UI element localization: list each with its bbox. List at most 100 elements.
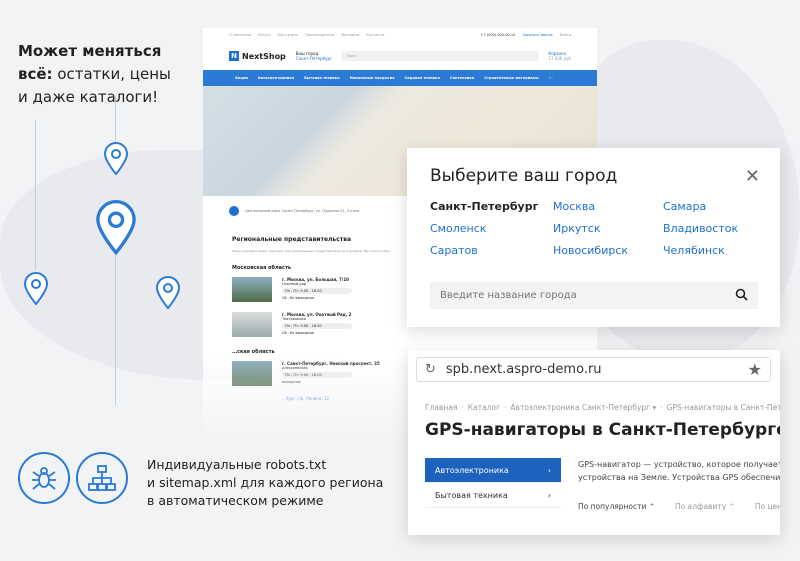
sort-option[interactable]: По популярности ⌃: [578, 502, 655, 511]
city-selector[interactable]: Ваш город Санкт-Петербург: [296, 51, 332, 61]
city-option[interactable]: Владивосток: [663, 222, 773, 235]
feature-icons: [18, 452, 128, 504]
city-select-modal: Выберите ваш город ✕ Санкт-Петербург Мос…: [407, 148, 780, 327]
topbar-link[interactable]: Как купить: [278, 33, 299, 37]
nav-item[interactable]: Сантехника: [450, 76, 474, 80]
breadcrumb-sep: ·: [660, 403, 663, 412]
promo-line: остатки, цены: [52, 65, 171, 83]
cart-sum: 17 630 руб: [548, 56, 571, 61]
topbar-link[interactable]: Услуги: [258, 33, 270, 37]
phone: +7 (000) 000-00-10: [480, 33, 516, 37]
city-option[interactable]: Саратов: [430, 244, 553, 257]
breadcrumb-item[interactable]: Каталог: [468, 403, 500, 412]
map-pin-large-icon: [96, 200, 136, 256]
weekend: Сб - Вс выходные: [282, 296, 315, 300]
main-nav: Акции Автоэлектроника Бытовая техника На…: [203, 70, 597, 86]
promo-line: и даже каталоги!: [18, 88, 159, 106]
nav-item[interactable]: Строительные материалы: [484, 76, 538, 80]
search-input[interactable]: Поиск: [342, 51, 539, 61]
cart[interactable]: Корзина 17 630 руб: [548, 51, 571, 61]
metro: Охотный ряд: [282, 282, 307, 286]
breadcrumb-item[interactable]: GPS-навигаторы в Санкт-Петербурге ▾: [667, 403, 780, 412]
menu-label: Бытовая техника: [435, 490, 508, 500]
hours: Пн - Пт: 9.00 - 18.00: [282, 288, 352, 294]
desc-line: устройства на Земле. Устройства GPS обес…: [578, 473, 780, 482]
sort-option[interactable]: По цене ⌃: [755, 502, 780, 511]
nav-item[interactable]: Акции: [235, 76, 248, 80]
nav-item[interactable]: Садовая техника: [405, 76, 440, 80]
office-photo: [232, 277, 272, 302]
topbar-link[interactable]: Производители: [305, 33, 334, 37]
bookmark-star-icon[interactable]: ★: [748, 360, 762, 379]
search-icon[interactable]: [735, 288, 748, 301]
divider-line: [115, 255, 116, 405]
logo-icon: N: [229, 51, 239, 61]
weekend: Сб - Вс выходные: [282, 331, 315, 335]
promo-line: в автоматическом режиме: [147, 493, 324, 508]
promo-text-top: Может меняться всё: остатки, цены и даже…: [18, 40, 171, 109]
logo-text: NextShop: [242, 51, 286, 61]
map-pin-icon: [23, 272, 49, 306]
breadcrumb-sep: ·: [461, 403, 464, 412]
city-option[interactable]: Москва: [553, 200, 663, 213]
city-option[interactable]: Иркутск: [553, 222, 663, 235]
promo-line: и sitemap.xml для каждого региона: [147, 475, 384, 490]
promo-line: Индивидуальные robots.txt: [147, 457, 327, 472]
topbar-link[interactable]: Контакты: [366, 33, 384, 37]
sort-option[interactable]: По алфавиту ⌃: [675, 502, 735, 511]
browser-window: ↻ spb.next.aspro-demo.ru ★ Главная · Катал…: [408, 350, 780, 535]
city-list: Санкт-Петербург Москва Самара Смоленск И…: [430, 200, 773, 257]
city-option[interactable]: Новосибирск: [553, 244, 663, 257]
nav-item[interactable]: Напольные покрытия: [350, 76, 395, 80]
chevron-right-icon: ›: [547, 490, 551, 500]
hours: Пн - Пт: 9.00 - 18.00: [282, 323, 352, 329]
address-bar[interactable]: ↻ spb.next.aspro-demo.ru ★: [416, 357, 771, 382]
sort-bar: По популярности ⌃ По алфавиту ⌃ По цене …: [578, 502, 780, 511]
city-value: Санкт-Петербург: [295, 56, 333, 61]
office-label: Центральный офис: [245, 209, 281, 213]
hours: Пн - Пт: 9.00 - 18.00: [282, 372, 352, 378]
page-title: GPS-навигаторы в Санкт-Петербурге: [425, 420, 780, 440]
city-option[interactable]: Челябинск: [663, 244, 773, 257]
divider-line: [115, 95, 116, 145]
breadcrumb-sep: ·: [504, 403, 507, 412]
promo-line-bold: всё:: [18, 65, 53, 83]
city-search-input[interactable]: [430, 282, 758, 309]
breadcrumb-item[interactable]: Главная: [425, 403, 457, 412]
map-pin-icon: [103, 142, 129, 176]
catalog-menu: Автоэлектроника › Бытовая техника ›: [425, 458, 561, 508]
site-header: N NextShop Ваш город Санкт-Петербург Поиск…: [203, 42, 597, 70]
metro: Алексеевская: [282, 366, 308, 370]
promo-line: Может меняться: [18, 42, 162, 60]
breadcrumb-item[interactable]: Автоэлектроника Санкт-Петербург ▾: [510, 403, 656, 412]
city-option[interactable]: Самара: [663, 200, 773, 213]
map-pin-icon: [155, 276, 181, 310]
callback-link[interactable]: Заказать звонок: [522, 33, 552, 37]
close-icon[interactable]: ✕: [745, 166, 760, 187]
nav-item[interactable]: Бытовая техника: [304, 76, 340, 80]
breadcrumb: Главная · Каталог · Автоэлектроника Санкт-Пе…: [425, 403, 780, 412]
desc-line: GPS-навигатор — устройство, которое полу…: [578, 460, 780, 469]
metro: Театральная: [282, 317, 306, 321]
office-address: Санкт-Петербург, ул. Пушкина 21, 3 этаж: [281, 209, 360, 213]
nav-more[interactable]: ···: [549, 76, 553, 80]
divider-line: [35, 120, 36, 270]
login-link[interactable]: Войти: [560, 33, 571, 37]
city-option[interactable]: Смоленск: [430, 222, 553, 235]
modal-title: Выберите ваш город: [430, 166, 618, 186]
top-bar: О компании Услуги Как купить Производите…: [203, 28, 597, 42]
topbar-link[interactable]: Магазины: [341, 33, 359, 37]
location-icon: [229, 206, 239, 216]
spider-robot-icon: [18, 452, 70, 504]
reload-icon[interactable]: ↻: [425, 362, 436, 377]
topbar-link[interactable]: О компании: [229, 33, 251, 37]
logo[interactable]: N NextShop: [229, 51, 286, 61]
nav-item[interactable]: Автоэлектроника: [258, 76, 294, 80]
city-option-current[interactable]: Санкт-Петербург: [430, 200, 553, 213]
office-photo: [232, 312, 272, 337]
promo-text-bottom: Индивидуальные robots.txt и sitemap.xml …: [147, 456, 383, 510]
menu-item[interactable]: Бытовая техника ›: [425, 483, 561, 508]
url-text: spb.next.aspro-demo.ru: [445, 362, 602, 377]
menu-item-active[interactable]: Автоэлектроника ›: [425, 458, 561, 483]
weekend: выходные: [282, 380, 301, 384]
